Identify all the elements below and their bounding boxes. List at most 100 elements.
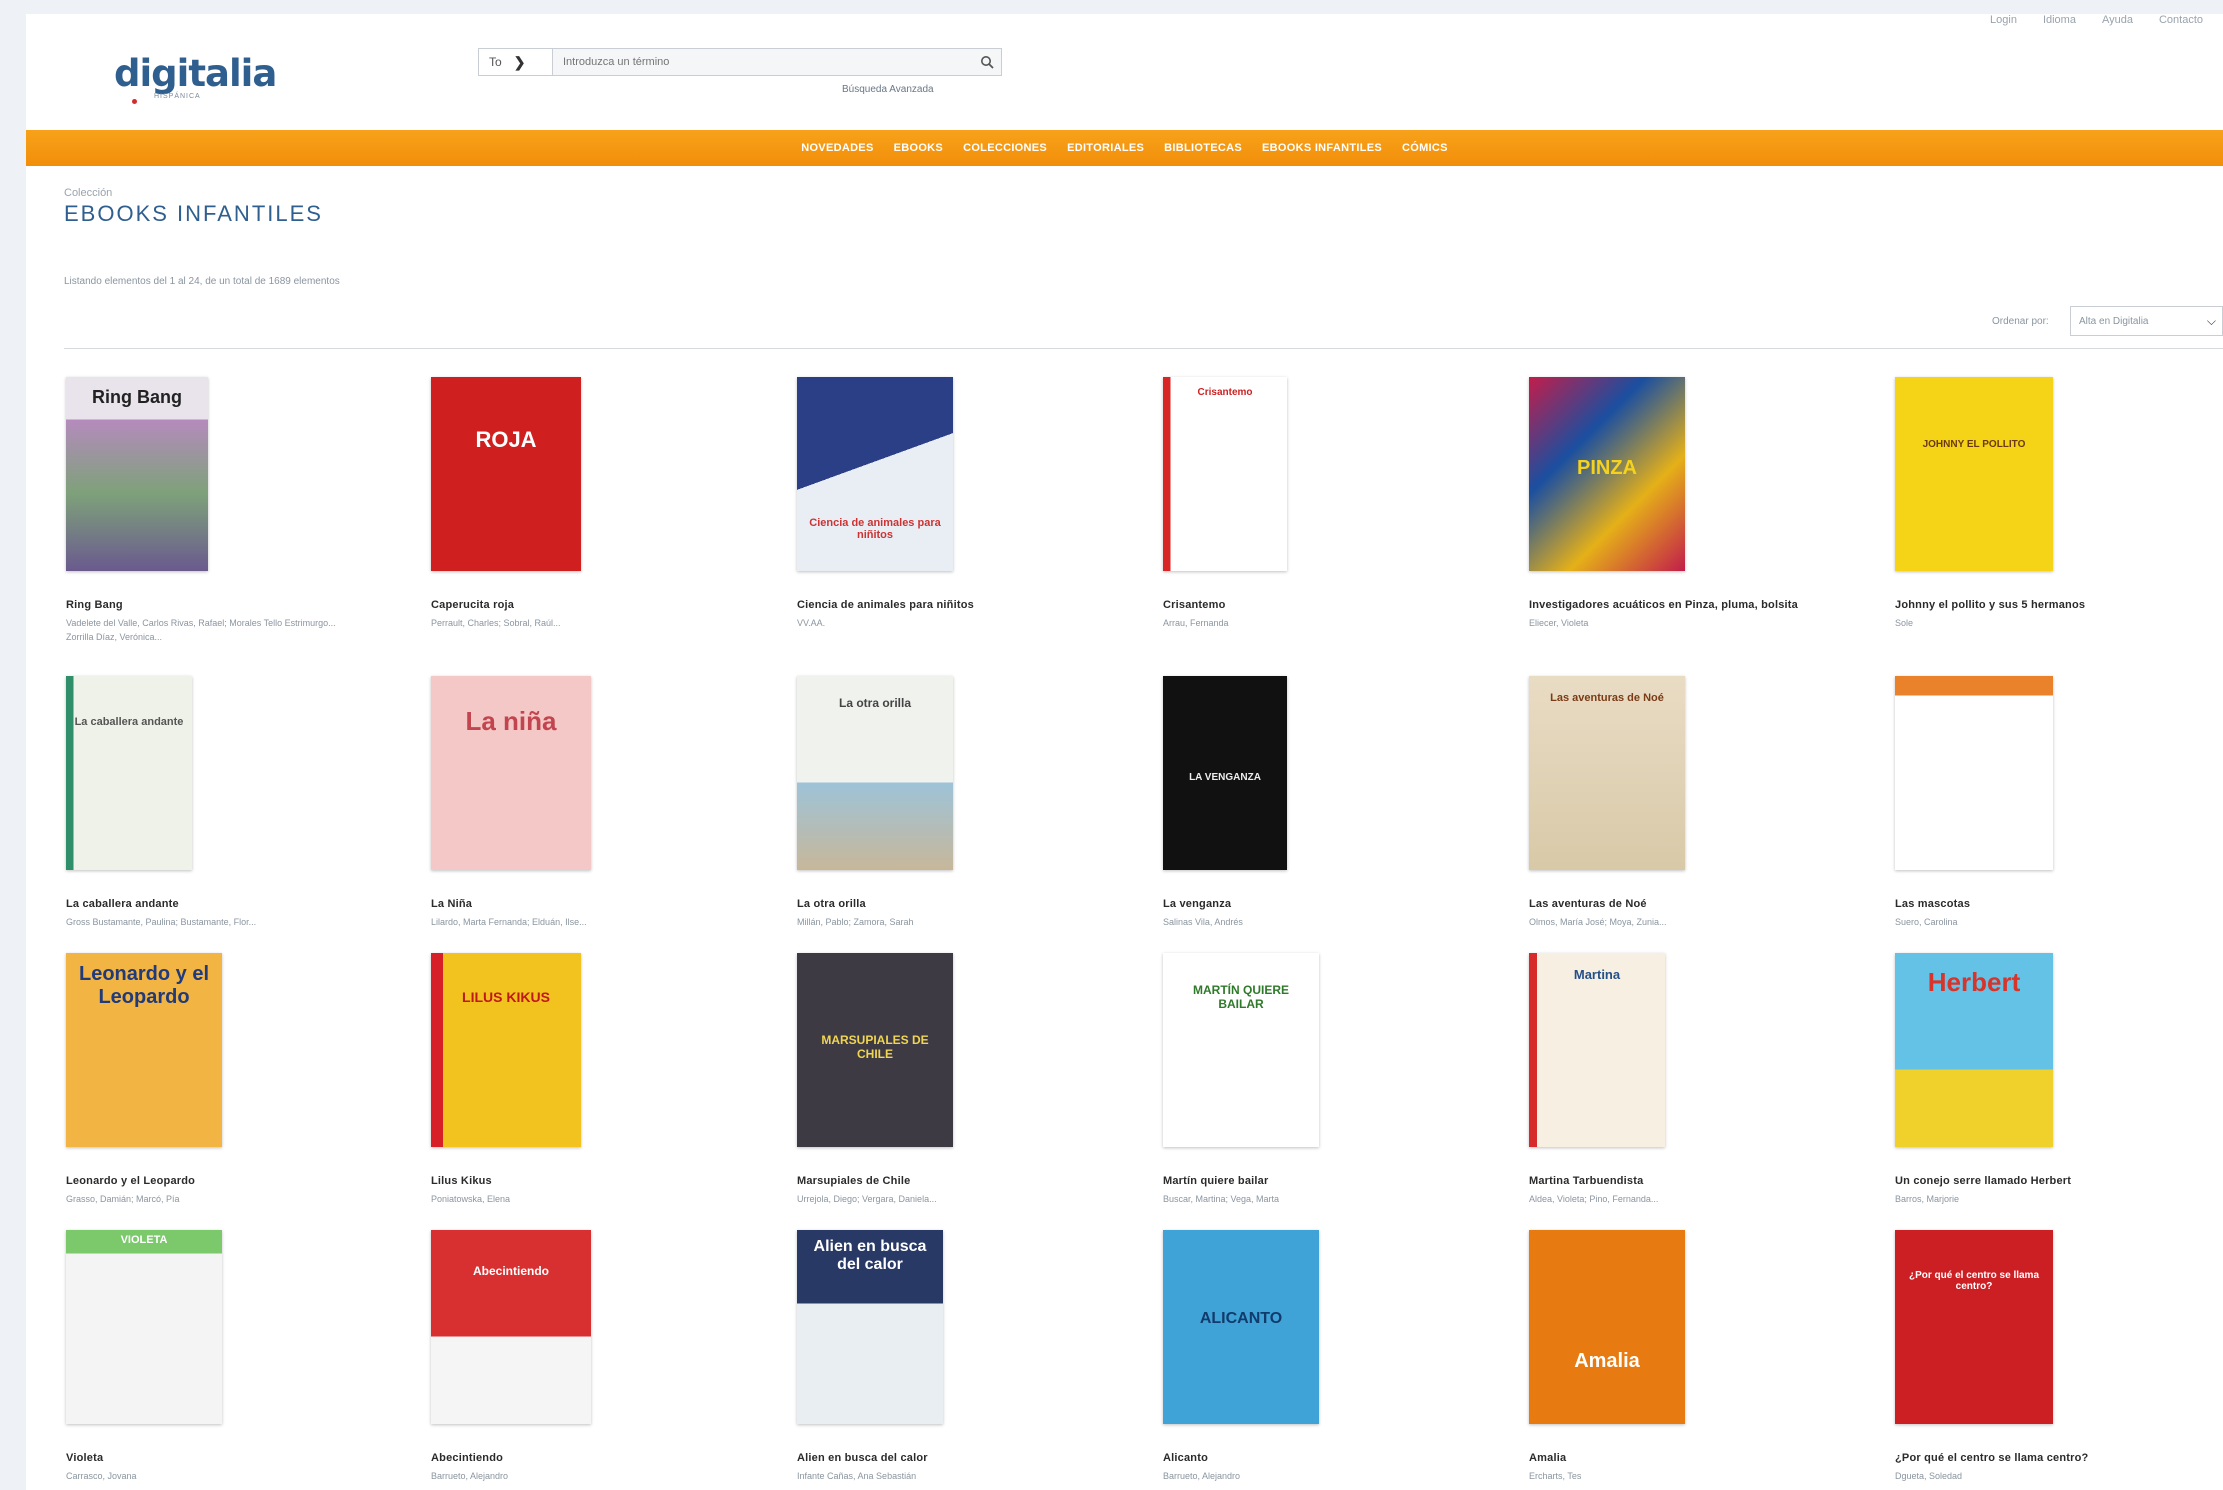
book-cover-title: Amalia (1574, 1350, 1640, 1372)
book-cover[interactable]: VIOLETA (66, 1230, 222, 1424)
book-authors: Vadelete del Valle, Carlos Rivas, Rafael… (66, 618, 336, 628)
book-card[interactable]: VIOLETA Violeta Carrasco, Jovana (66, 1230, 406, 1481)
book-title[interactable]: Un conejo serre llamado Herbert (1895, 1175, 2071, 1187)
book-cover[interactable]: Ciencia de animales para niñitos (797, 377, 953, 571)
book-title[interactable]: Investigadores acuáticos en Pinza, pluma… (1529, 599, 1798, 611)
book-cover[interactable]: La caballera andante (66, 676, 192, 870)
book-card[interactable]: La caballera andante La caballera andante… (66, 676, 406, 927)
book-card[interactable]: JOHNNY EL POLLITO Johnny el pollito y sus… (1895, 377, 2223, 628)
book-card[interactable]: Ciencia de animales para niñitos Ciencia … (797, 377, 1137, 628)
book-title[interactable]: Caperucita roja (431, 599, 514, 611)
book-title[interactable]: La venganza (1163, 898, 1231, 910)
help-link[interactable]: Ayuda (2102, 14, 2133, 26)
nav-novedades[interactable]: NOVEDADES (801, 142, 873, 154)
book-cover[interactable]: Alien en busca del calor (797, 1230, 943, 1424)
nav-comics[interactable]: CÓMICS (1402, 142, 1448, 154)
book-cover[interactable]: La niña (431, 676, 591, 870)
book-cover[interactable]: Herbert (1895, 953, 2053, 1147)
book-cover[interactable]: ¿Por qué el centro se llama centro? (1895, 1230, 2053, 1424)
book-card[interactable]: LAS MASCOTAS Las mascotas Suero, Carolina (1895, 676, 2223, 927)
search-icon[interactable] (973, 49, 1001, 75)
contact-link[interactable]: Contacto (2159, 14, 2203, 26)
book-title[interactable]: Marsupiales de Chile (797, 1175, 910, 1187)
book-authors: Barros, Marjorie (1895, 1194, 1960, 1204)
book-title[interactable]: Martín quiere bailar (1163, 1175, 1268, 1187)
book-title[interactable]: Crisantemo (1163, 599, 1226, 611)
book-card[interactable]: LA VENGANZA La venganza Salinas Vila, Andr… (1163, 676, 1503, 927)
book-title[interactable]: Johnny el pollito y sus 5 hermanos (1895, 599, 2085, 611)
book-title[interactable]: Abecintiendo (431, 1452, 503, 1464)
book-cover[interactable]: Crisantemo (1163, 377, 1287, 571)
book-card[interactable]: ALICANTO Alicanto Barrueto, Alejandro (1163, 1230, 1503, 1481)
book-cover-title: LA VENGANZA (1189, 772, 1261, 783)
book-cover[interactable]: ROJA (431, 377, 581, 571)
book-card[interactable]: ROJA Caperucita roja Perrault, Charles; So… (431, 377, 771, 628)
book-title[interactable]: Alien en busca del calor (797, 1452, 928, 1464)
breadcrumb[interactable]: Colección (64, 187, 112, 199)
book-card[interactable]: MARTÍN QUIERE BAILAR Martín quiere bailar… (1163, 953, 1503, 1204)
book-title[interactable]: Las mascotas (1895, 898, 1970, 910)
book-title[interactable]: Alicanto (1163, 1452, 1208, 1464)
book-title[interactable]: Violeta (66, 1452, 103, 1464)
search-input[interactable] (553, 49, 973, 75)
book-cover-title: MARSUPIALES DE CHILE (821, 1033, 929, 1061)
book-cover[interactable]: MARSUPIALES DE CHILE (797, 953, 953, 1147)
book-card[interactable]: Herbert Un conejo serre llamado Herbert Ba… (1895, 953, 2223, 1204)
book-authors: Poniatowska, Elena (431, 1194, 511, 1204)
book-card[interactable]: Amalia Amalia Ercharts, Tes (1529, 1230, 1869, 1481)
nav-ebooks[interactable]: EBOOKS (894, 142, 943, 154)
language-link[interactable]: Idioma (2043, 14, 2076, 26)
book-card[interactable]: Las aventuras de Noé Las aventuras de Noé… (1529, 676, 1869, 927)
book-cover[interactable]: LA VENGANZA (1163, 676, 1287, 870)
sort-select[interactable]: Alta en Digitalia ⌵ (2070, 306, 2223, 336)
book-cover[interactable]: Leonardo y el Leopardo (66, 953, 222, 1147)
nav-bibliotecas[interactable]: BIBLIOTECAS (1164, 142, 1242, 154)
book-card[interactable]: Abecintiendo Abecintiendo Barrueto, Alejan… (431, 1230, 771, 1481)
book-cover[interactable]: LILUS KIKUS (431, 953, 581, 1147)
book-cover[interactable]: Abecintiendo (431, 1230, 591, 1424)
nav-editoriales[interactable]: EDITORIALES (1067, 142, 1144, 154)
book-cover[interactable]: Martina (1529, 953, 1665, 1147)
book-title[interactable]: Lilus Kikus (431, 1175, 492, 1187)
book-title[interactable]: Leonardo y el Leopardo (66, 1175, 195, 1187)
book-cover[interactable]: LAS MASCOTAS (1895, 676, 2053, 870)
book-cover[interactable]: Las aventuras de Noé (1529, 676, 1685, 870)
book-title[interactable]: La caballera andante (66, 898, 179, 910)
login-link[interactable]: Login (1990, 14, 2017, 26)
search-scope-select[interactable]: To ❯ (479, 49, 553, 75)
book-card[interactable]: La otra orilla La otra orilla Millán, Pabl… (797, 676, 1137, 927)
book-cover-title: ¿Por qué el centro se llama centro? (1908, 1270, 2040, 1292)
book-card[interactable]: PINZA Investigadores acuáticos en Pinza, … (1529, 377, 1869, 628)
book-authors: Aldea, Violeta; Pino, Fernanda... (1529, 1194, 1659, 1204)
book-cover[interactable]: Amalia (1529, 1230, 1685, 1424)
book-cover-title: La niña (465, 706, 557, 736)
book-cover[interactable]: JOHNNY EL POLLITO (1895, 377, 2053, 571)
book-card[interactable]: MARSUPIALES DE CHILE Marsupiales de Chile… (797, 953, 1137, 1204)
book-cover[interactable]: PINZA (1529, 377, 1685, 571)
logo-dot-icon (132, 99, 137, 104)
logo[interactable]: digitalia HISPÁNICA (114, 52, 277, 104)
book-title[interactable]: Ring Bang (66, 599, 123, 611)
book-card[interactable]: Alien en busca del calor Alien en busca d… (797, 1230, 1137, 1481)
book-title[interactable]: La otra orilla (797, 898, 866, 910)
book-cover[interactable]: MARTÍN QUIERE BAILAR (1163, 953, 1319, 1147)
book-title[interactable]: La Niña (431, 898, 472, 910)
book-cover[interactable]: ALICANTO (1163, 1230, 1319, 1424)
advanced-search-link[interactable]: Búsqueda Avanzada (842, 84, 934, 95)
book-card[interactable]: ¿Por qué el centro se llama centro? ¿Por … (1895, 1230, 2223, 1481)
book-title[interactable]: Ciencia de animales para niñitos (797, 599, 974, 611)
book-card[interactable]: La niña La Niña Lilardo, Marta Fernanda; E… (431, 676, 771, 927)
book-card[interactable]: Martina Martina Tarbuendista Aldea, Violet… (1529, 953, 1869, 1204)
nav-colecciones[interactable]: COLECCIONES (963, 142, 1047, 154)
book-card[interactable]: Leonardo y el Leopardo Leonardo y el Leop… (66, 953, 406, 1204)
nav-ebooks-infantiles[interactable]: EBOOKS INFANTILES (1262, 142, 1382, 154)
book-title[interactable]: ¿Por qué el centro se llama centro? (1895, 1452, 2088, 1464)
book-title[interactable]: Las aventuras de Noé (1529, 898, 1647, 910)
book-card[interactable]: Crisantemo Crisantemo Arrau, Fernanda (1163, 377, 1503, 628)
book-card[interactable]: Ring Bang Ring Bang Vadelete del Valle, Ca… (66, 377, 406, 642)
book-title[interactable]: Amalia (1529, 1452, 1566, 1464)
book-title[interactable]: Martina Tarbuendista (1529, 1175, 1643, 1187)
book-cover[interactable]: La otra orilla (797, 676, 953, 870)
book-card[interactable]: LILUS KIKUS Lilus Kikus Poniatowska, Elena (431, 953, 771, 1204)
book-cover[interactable]: Ring Bang (66, 377, 208, 571)
